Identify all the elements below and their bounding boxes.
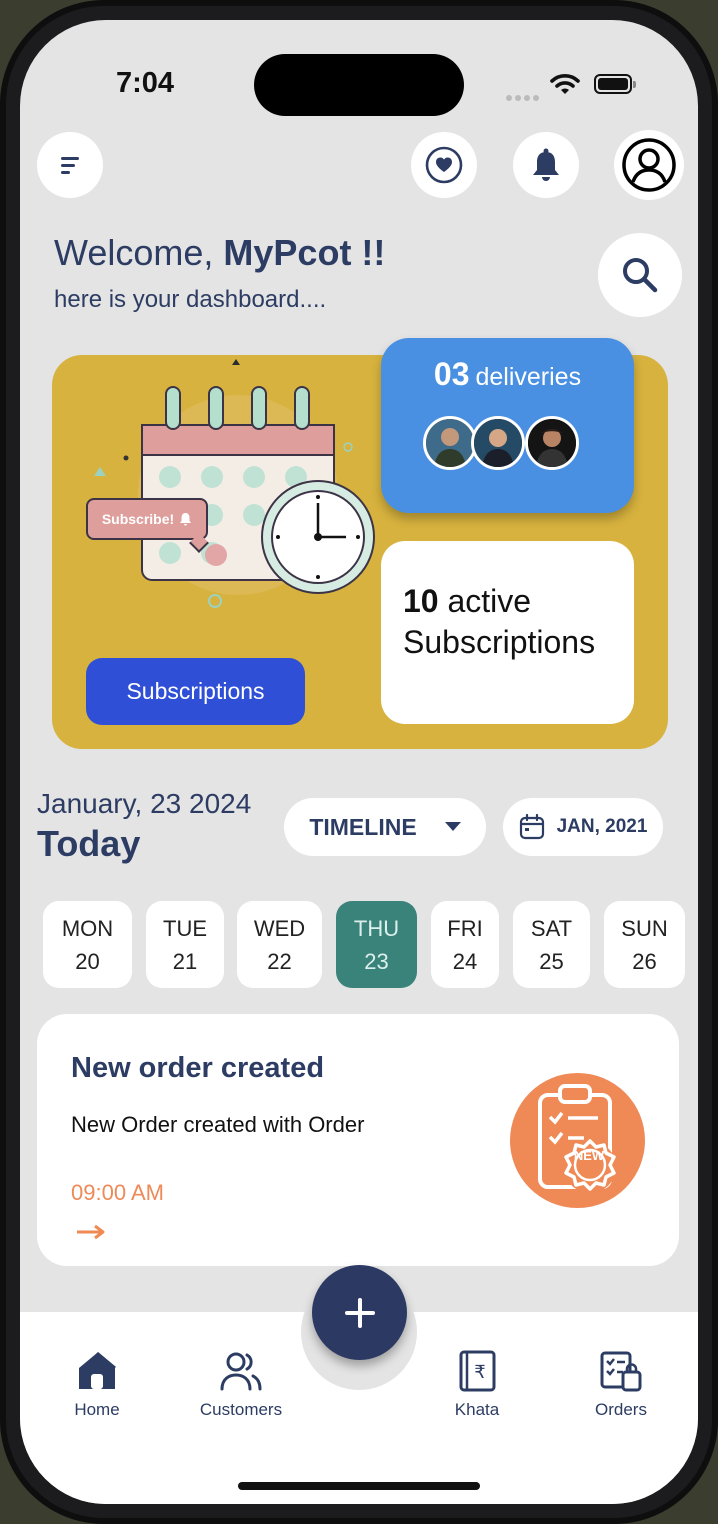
nav-orders[interactable]: Orders <box>556 1350 686 1420</box>
deliveries-count: 03 <box>433 356 470 392</box>
customers-icon <box>220 1352 262 1391</box>
app-screen: 7:04 Welcome, MyPcot !! here is your das… <box>20 20 698 1504</box>
order-description: New Order created with Order <box>71 1112 365 1137</box>
timeline-dropdown[interactable]: TIMELINE <box>284 798 486 856</box>
caret-down-icon <box>444 822 461 831</box>
day-number: 20 <box>75 948 100 974</box>
day-name: THU <box>353 915 400 941</box>
nav-home[interactable]: Home <box>32 1350 162 1420</box>
timeline-label: TIMELINE <box>309 813 417 840</box>
active-subscriptions-card[interactable]: 10 active Subscriptions <box>381 541 634 724</box>
nav-label: Customers <box>199 1400 283 1419</box>
calendar-icon <box>519 814 544 840</box>
day-number: 22 <box>267 948 292 974</box>
deliveries-card[interactable]: 03 deliveries <box>381 338 634 513</box>
search-icon <box>623 258 658 293</box>
notifications-button[interactable] <box>513 132 579 198</box>
phone-frame: 7:04 Welcome, MyPcot !! here is your das… <box>0 0 718 1524</box>
day-name: MON <box>61 915 114 941</box>
day-name: FRI <box>447 915 483 941</box>
orders-icon <box>600 1351 642 1392</box>
status-time: 7:04 <box>116 67 175 99</box>
deliveries-title: 03 deliveries <box>381 356 634 393</box>
user-name: MyPcot !! <box>223 232 386 273</box>
dynamic-island <box>254 54 464 116</box>
menu-button[interactable] <box>37 132 103 198</box>
heart-icon <box>425 146 463 184</box>
khata-book-icon: ₹ <box>459 1350 496 1392</box>
day-name: TUE <box>163 915 207 941</box>
day-number: 25 <box>539 948 564 974</box>
home-indicator[interactable] <box>238 1482 480 1490</box>
arrow-right-icon[interactable] <box>75 1224 107 1245</box>
avatar <box>471 416 525 470</box>
order-notification-card[interactable]: New order created New Order created with… <box>37 1014 679 1266</box>
subscribe-tag: Subscribe! <box>86 498 208 540</box>
active-count: 10 <box>403 583 439 619</box>
nav-customers[interactable]: Customers <box>176 1350 306 1420</box>
wifi-icon <box>550 72 580 101</box>
profile-button[interactable] <box>614 130 684 200</box>
menu-icon <box>61 157 79 174</box>
calendar-clock-illustration <box>94 359 375 608</box>
day-mon[interactable]: MON 20 <box>43 901 132 988</box>
new-badge-text: NEW <box>573 1148 605 1163</box>
day-name: SAT <box>530 915 573 941</box>
avatar <box>423 416 477 470</box>
search-button[interactable] <box>598 233 682 317</box>
user-avatar-icon <box>622 138 676 192</box>
avatar <box>525 416 579 470</box>
month-picker[interactable]: JAN, 2021 <box>503 798 663 856</box>
deliveries-label: deliveries <box>475 363 582 391</box>
cellular-signal-icon <box>506 88 542 106</box>
day-number: 21 <box>172 948 198 974</box>
welcome-heading: Welcome, MyPcot !! <box>54 232 385 274</box>
new-order-icon <box>510 1073 645 1208</box>
subscriptions-button[interactable]: Subscriptions <box>86 658 305 725</box>
day-fri[interactable]: FRI 24 <box>431 901 499 988</box>
order-time: 09:00 AM <box>71 1180 164 1205</box>
svg-text:₹: ₹ <box>474 1362 485 1383</box>
favorites-button[interactable] <box>411 132 477 198</box>
day-sun[interactable]: SUN 26 <box>604 901 685 988</box>
nav-label: Orders <box>595 1400 647 1419</box>
nav-label: Home <box>74 1400 120 1419</box>
welcome-prefix: Welcome, <box>54 232 214 273</box>
day-wed[interactable]: WED 22 <box>237 901 322 988</box>
dashboard-subtitle: here is your dashboard.... <box>54 286 327 313</box>
nav-khata[interactable]: ₹ Khata <box>412 1350 542 1420</box>
subscribe-tag-text: Subscribe! <box>101 511 175 527</box>
today-label: Today <box>37 823 141 864</box>
day-number: 24 <box>452 948 478 974</box>
add-button[interactable] <box>312 1265 407 1360</box>
bell-icon <box>180 513 192 526</box>
day-number: 26 <box>632 948 657 974</box>
order-title: New order created <box>71 1052 325 1084</box>
active-label: active <box>447 583 532 619</box>
home-icon <box>79 1351 116 1389</box>
day-tue[interactable]: TUE 21 <box>146 901 224 988</box>
current-date: January, 23 2024 <box>37 788 252 819</box>
day-name: SUN <box>621 915 668 941</box>
day-thu-selected[interactable]: THU 23 <box>336 901 417 988</box>
battery-icon <box>594 74 636 94</box>
nav-label: Khata <box>454 1400 500 1419</box>
day-name: WED <box>253 915 306 941</box>
day-number: 23 <box>364 948 389 974</box>
plus-icon <box>344 1297 375 1328</box>
active-subscriptions-text: 10 active Subscriptions <box>403 581 595 663</box>
day-sat[interactable]: SAT 25 <box>513 901 590 988</box>
month-label: JAN, 2021 <box>556 816 648 837</box>
bell-icon <box>533 148 559 181</box>
subscriptions-word: Subscriptions <box>403 624 596 660</box>
